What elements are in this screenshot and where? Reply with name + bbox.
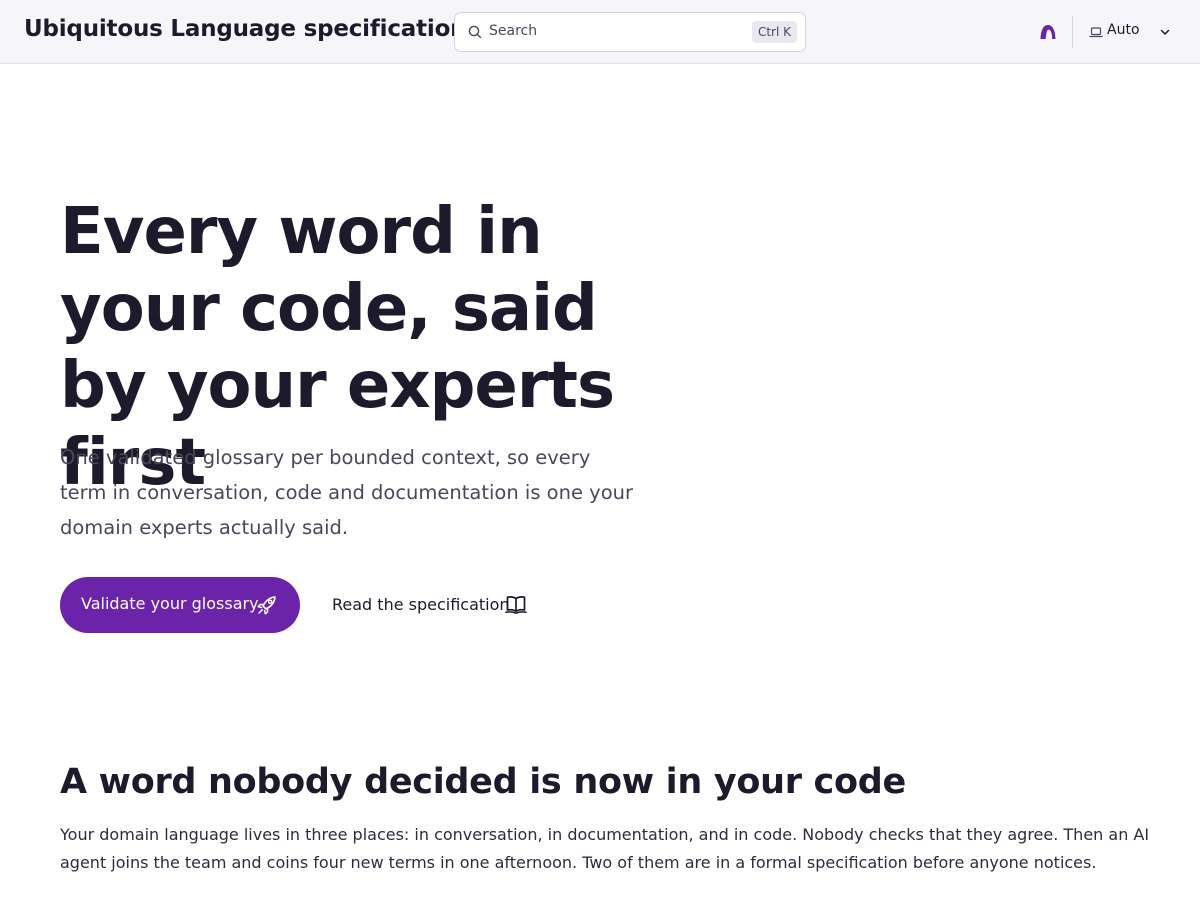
search-shortcut-badge: Ctrl K bbox=[751, 21, 797, 43]
site-title[interactable]: Ubiquitous Language specification bbox=[24, 16, 467, 42]
header-divider bbox=[1072, 16, 1073, 48]
hero-lead: One validated glossary per bounded conte… bbox=[60, 446, 634, 539]
validate-glossary-label: Validate your glossary bbox=[81, 594, 259, 613]
read-specification-link[interactable]: Read the specification bbox=[332, 590, 532, 620]
search-placeholder: Search bbox=[489, 23, 538, 39]
search-icon bbox=[468, 25, 482, 39]
top-bar: Ubiquitous Language specification Search… bbox=[0, 0, 1200, 64]
arch-logo-icon[interactable] bbox=[1038, 22, 1058, 42]
chevron-down-icon bbox=[1160, 29, 1170, 35]
rocket-icon bbox=[257, 596, 276, 615]
theme-label: Auto bbox=[1107, 22, 1140, 38]
validate-glossary-button[interactable]: Validate your glossary bbox=[60, 577, 300, 633]
theme-selector[interactable]: Auto bbox=[1086, 16, 1176, 48]
read-specification-label: Read the specification bbox=[332, 595, 510, 614]
book-icon bbox=[505, 596, 527, 615]
problem-section-title: A word nobody decided is now in your cod… bbox=[60, 762, 906, 802]
laptop-icon bbox=[1089, 27, 1103, 38]
problem-section-body: Your domain language lives in three plac… bbox=[60, 825, 1150, 872]
search-box[interactable]: Search Ctrl K bbox=[454, 12, 806, 52]
